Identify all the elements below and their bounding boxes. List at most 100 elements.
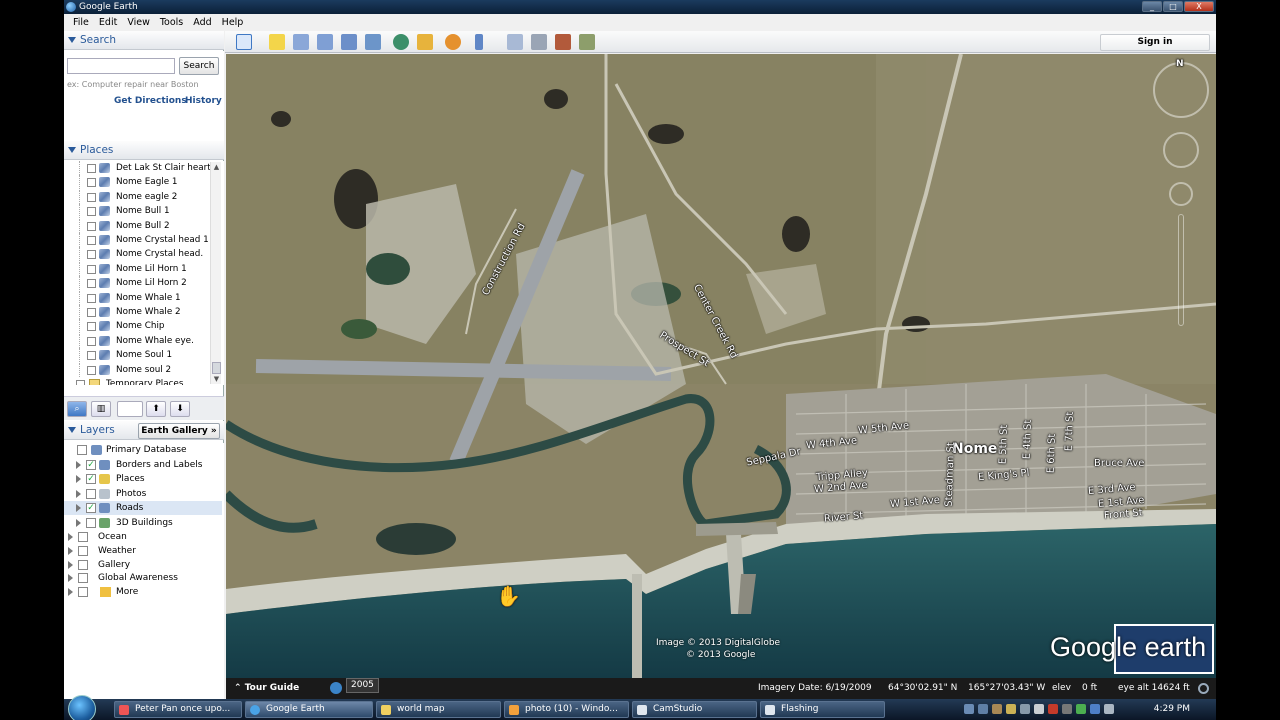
place-item[interactable]: Nome Whale 2 <box>64 305 210 319</box>
tray-icon-3[interactable] <box>992 704 1002 714</box>
place-checkbox[interactable] <box>87 322 96 332</box>
panel-toggle-icon[interactable]: ▥ <box>91 401 111 417</box>
place-checkbox[interactable] <box>87 236 96 245</box>
layer-item[interactable]: Weather <box>64 544 222 558</box>
planets-icon[interactable] <box>445 34 461 50</box>
close-button[interactable]: X <box>1184 1 1214 12</box>
expand-arrow-icon[interactable] <box>76 460 81 469</box>
place-item[interactable]: Nome Whale 1 <box>64 290 210 305</box>
place-checkbox[interactable] <box>87 164 96 173</box>
places-panel-header[interactable]: Places <box>64 141 224 160</box>
place-item[interactable]: Nome Lil Horn 1 <box>64 261 210 276</box>
layer-item[interactable]: Ocean <box>64 530 222 544</box>
image-overlay-icon[interactable] <box>341 34 357 50</box>
layer-item[interactable]: More <box>64 585 222 599</box>
task-photo-viewer[interactable]: photo (10) - Windo... <box>504 701 629 718</box>
scroll-down-icon[interactable]: ▼ <box>212 375 221 384</box>
layer-item[interactable]: ✓ Borders and Labels <box>64 458 222 472</box>
place-checkbox[interactable] <box>87 308 96 317</box>
layer-checkbox[interactable] <box>86 488 96 499</box>
layer-item[interactable]: Global Awareness <box>64 571 222 585</box>
task-world-map[interactable]: world map <box>376 701 501 718</box>
task-peter-pan[interactable]: Peter Pan once upo... <box>114 701 242 718</box>
sunlight-icon[interactable] <box>417 34 433 50</box>
place-checkbox[interactable] <box>87 336 96 346</box>
layer-checkbox[interactable]: ✓ <box>86 503 96 513</box>
expand-arrow-icon[interactable] <box>76 504 81 512</box>
search-places-icon[interactable]: ⌕ <box>67 401 87 417</box>
scroll-thumb[interactable] <box>212 362 221 374</box>
tray-icon-4[interactable] <box>1006 704 1016 714</box>
layer-checkbox[interactable]: ✓ <box>86 474 96 484</box>
expand-arrow-icon[interactable] <box>76 489 81 498</box>
layer-checkbox[interactable] <box>78 559 88 570</box>
ruler-icon[interactable] <box>475 34 483 50</box>
move-down-button[interactable]: ⬇ <box>170 401 190 417</box>
layer-checkbox[interactable] <box>78 545 88 556</box>
email-icon[interactable] <box>507 34 523 50</box>
view-in-maps-icon[interactable] <box>555 34 571 50</box>
layer-item[interactable]: ✓ Roads <box>64 501 222 515</box>
place-checkbox[interactable] <box>87 293 96 303</box>
layer-item[interactable]: Photos <box>64 487 222 501</box>
sign-in-button[interactable]: Sign in <box>1100 34 1210 51</box>
year-indicator[interactable]: 2005 <box>346 678 379 693</box>
place-checkbox[interactable] <box>87 192 96 202</box>
history-link[interactable]: History <box>185 96 222 106</box>
place-item[interactable]: Nome Chip <box>64 319 210 334</box>
search-button[interactable]: Search <box>179 57 219 75</box>
look-joystick[interactable] <box>1163 132 1199 168</box>
place-item[interactable]: Nome Crystal head 1 <box>64 233 210 247</box>
maximize-button[interactable]: □ <box>1163 1 1183 12</box>
sidebar-toggle-icon[interactable] <box>236 34 252 50</box>
layer-checkbox[interactable] <box>78 573 88 584</box>
menu-view[interactable]: View <box>122 14 155 31</box>
place-item[interactable]: Nome eagle 2 <box>64 189 210 204</box>
menu-edit[interactable]: Edit <box>94 14 122 31</box>
places-filter-box[interactable] <box>117 401 143 417</box>
task-flashing[interactable]: Flashing <box>760 701 885 718</box>
minimize-button[interactable]: _ <box>1142 1 1162 12</box>
zoom-slider[interactable] <box>1178 214 1184 326</box>
save-image-icon[interactable] <box>579 34 595 50</box>
menu-add[interactable]: Add <box>188 14 216 31</box>
compass-ring[interactable] <box>1153 62 1209 118</box>
place-checkbox[interactable] <box>87 279 96 289</box>
clock[interactable]: 4:29 PM <box>1154 699 1190 720</box>
layer-checkbox[interactable] <box>78 532 88 542</box>
historical-imagery-icon[interactable] <box>393 34 409 50</box>
task-google-earth[interactable]: Google Earth <box>245 701 373 718</box>
place-checkbox[interactable] <box>87 178 96 188</box>
tray-icon-6[interactable] <box>1034 704 1044 714</box>
place-item[interactable]: Nome soul 2 <box>64 362 210 377</box>
place-item[interactable]: Nome Bull 1 <box>64 204 210 219</box>
layer-checkbox[interactable] <box>78 587 88 598</box>
tray-icon-5[interactable] <box>1020 704 1030 714</box>
start-button[interactable] <box>68 695 96 720</box>
add-placemark-icon[interactable] <box>269 34 285 50</box>
place-checkbox[interactable] <box>87 221 96 231</box>
scroll-up-icon[interactable]: ▲ <box>212 163 221 172</box>
tray-icon-7[interactable] <box>1048 704 1058 714</box>
place-item[interactable]: Nome Whale eye. <box>64 333 210 348</box>
place-item[interactable]: Nome Eagle 1 <box>64 175 210 190</box>
places-scrollbar[interactable]: ▲ ▼ <box>210 162 221 384</box>
task-camstudio[interactable]: CamStudio <box>632 701 757 718</box>
expand-arrow-icon[interactable] <box>68 588 73 597</box>
place-item[interactable]: Nome Soul 1 <box>64 348 210 363</box>
place-item[interactable]: Nome Lil Horn 2 <box>64 276 210 291</box>
temporary-places-item[interactable]: Temporary Places <box>64 377 210 385</box>
expand-arrow-icon[interactable] <box>76 518 81 527</box>
layer-item[interactable]: Gallery <box>64 558 222 572</box>
place-checkbox[interactable] <box>87 351 96 361</box>
place-item[interactable]: Nome Bull 2 <box>64 218 210 233</box>
place-checkbox[interactable] <box>87 365 96 375</box>
layer-checkbox[interactable]: ✓ <box>86 459 96 470</box>
search-panel-header[interactable]: Search <box>64 31 224 50</box>
layer-item[interactable]: ✓ Places <box>64 472 222 486</box>
move-joystick[interactable] <box>1169 182 1193 206</box>
tray-icon-2[interactable] <box>978 704 988 714</box>
add-polygon-icon[interactable] <box>293 34 309 50</box>
layer-item[interactable]: 3D Buildings <box>64 516 222 530</box>
place-checkbox[interactable] <box>87 250 96 260</box>
